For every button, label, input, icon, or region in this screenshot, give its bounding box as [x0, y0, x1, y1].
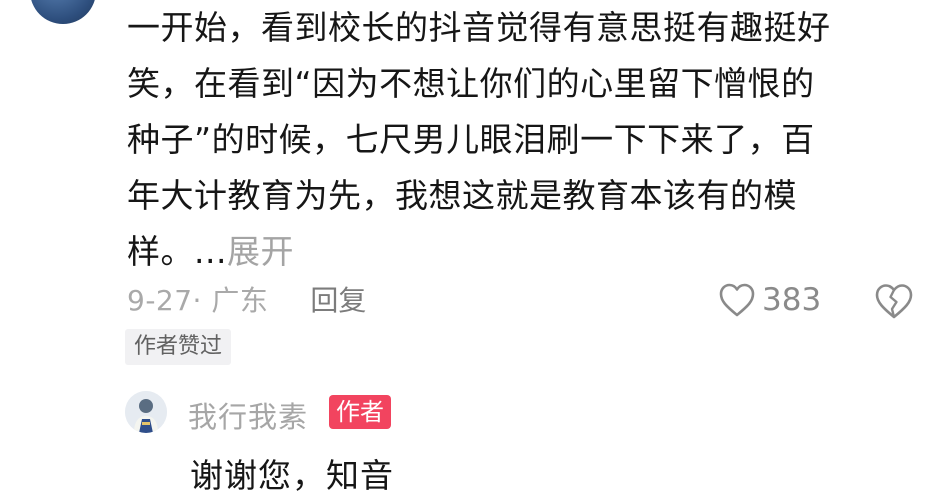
reply-username[interactable]: 我行我素 [188, 394, 308, 436]
broken-heart-icon [875, 284, 913, 319]
author-liked-tag: 作者赞过 [125, 329, 232, 365]
reply-text: 谢谢您，知音 [190, 456, 394, 495]
comment-line: 一开始，看到校长的抖音觉得有意思挺有趣挺好 [127, 8, 831, 47]
like-count: 383 [762, 282, 822, 318]
dislike-button[interactable] [874, 282, 914, 320]
comment-line: 种子”的时候，七尺男儿眼泪刷一下下来了，百 [127, 120, 815, 159]
comment-date-location: 9-27· 广东 [127, 284, 269, 317]
reply-button[interactable]: 回复 [310, 279, 366, 319]
comment-body: 一开始，看到校长的抖音觉得有意思挺有趣挺好 笑，在看到“因为不想让你们的心里留下… [127, 0, 917, 280]
avatar-image [125, 391, 167, 433]
comment-line-text: 样。... [127, 232, 227, 271]
like-button[interactable]: 383 [718, 279, 821, 321]
comment-line-last: 样。...展开 [127, 224, 917, 280]
comment-line: 年大计教育为先，我想这就是教育本该有的模 [127, 176, 797, 215]
author-badge: 作者 [329, 395, 391, 429]
reply-avatar[interactable] [125, 391, 167, 433]
heart-outline-icon [718, 282, 756, 318]
expand-link[interactable]: 展开 [227, 232, 294, 271]
comment-line: 笑，在看到“因为不想让你们的心里留下憎恨的 [127, 64, 815, 103]
comment-meta: 9-27· 广东 回复 [127, 277, 366, 321]
commenter-avatar[interactable] [30, 0, 96, 24]
